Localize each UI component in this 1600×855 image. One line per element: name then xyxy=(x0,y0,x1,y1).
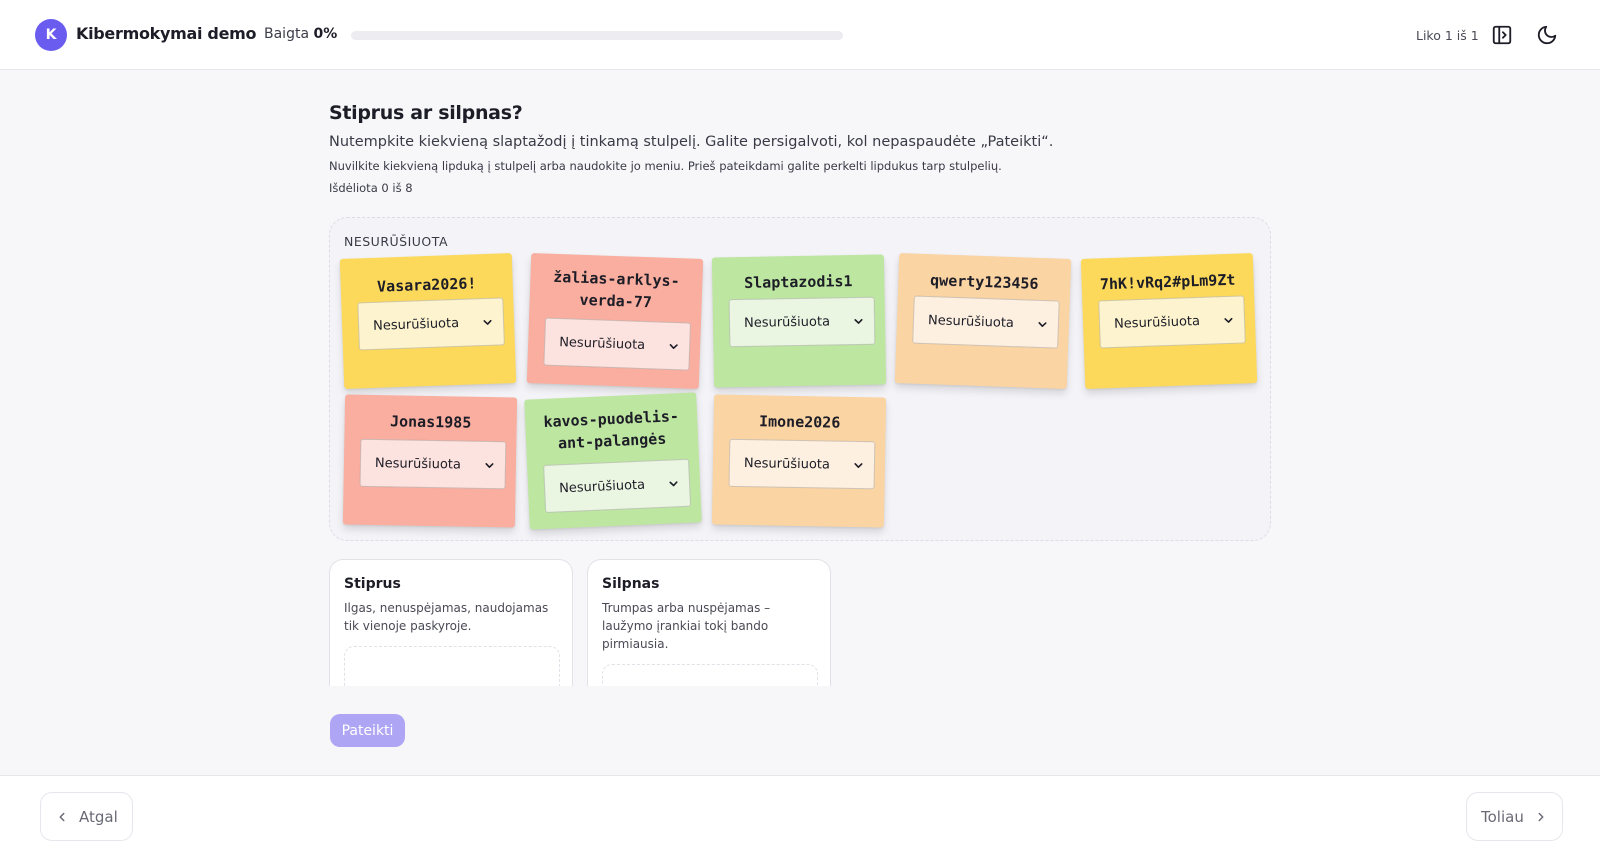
unsorted-pool-label: NESURŪŠIUOTA xyxy=(344,234,448,249)
chevron-left-icon xyxy=(59,812,65,821)
note-password: Imone2026 xyxy=(758,412,841,432)
moon-icon xyxy=(1537,25,1557,45)
bottom-nav: Atgal Toliau xyxy=(0,775,1600,855)
note-select-value: Nesurūšiuota xyxy=(558,334,646,353)
column-description: Ilgas, nenuspėjamas, naudojamas tik vien… xyxy=(344,601,549,633)
chevron-down-icon xyxy=(1038,322,1047,328)
column-drop-zone[interactable] xyxy=(344,646,560,686)
column-description: Trumpas arba nuspėjamas – laužymo įranki… xyxy=(602,601,771,651)
progress-label: Baigta 0% xyxy=(264,26,337,42)
task-instruction: Nutempkite kiekvieną slaptažodį į tinkam… xyxy=(329,134,1054,150)
task-title: Stiprus ar silpnas? xyxy=(329,102,523,124)
app-logo: K xyxy=(35,19,67,51)
note-select-value: Nesurūšiuota xyxy=(374,455,462,473)
column-title: Silpnas xyxy=(602,576,660,592)
chevron-down-icon xyxy=(485,463,494,468)
column-title: Stiprus xyxy=(344,576,401,592)
chevron-down-icon xyxy=(1224,317,1233,323)
note-select-value: Nesurūšiuota xyxy=(1113,313,1201,332)
back-button[interactable]: Atgal xyxy=(40,792,133,841)
back-button-label: Atgal xyxy=(79,807,118,826)
chevron-down-icon xyxy=(483,319,492,325)
note-card[interactable]: Slaptazodis1 Nesurūšiuota xyxy=(711,254,887,388)
column-drop-zone[interactable] xyxy=(602,664,818,686)
note-category-select[interactable]: Nesurūšiuota xyxy=(359,438,507,490)
note-card[interactable]: Jonas1985 Nesurūšiuota xyxy=(342,394,518,528)
note-password: Slaptazodis1 xyxy=(743,272,853,292)
next-button[interactable]: Toliau xyxy=(1466,792,1563,841)
column-strong[interactable]: Stiprus Ilgas, nenuspėjamas, naudojamas … xyxy=(329,559,573,686)
note-password: Vasara2026! xyxy=(376,274,477,296)
chevron-down-icon xyxy=(854,318,863,324)
note-card[interactable]: kavos-puodelis-ant-palangės Nesurūšiuota xyxy=(524,392,702,530)
note-select-value: Nesurūšiuota xyxy=(743,455,831,473)
note-card[interactable]: Vasara2026! Nesurūšiuota xyxy=(339,253,517,389)
next-button-label: Toliau xyxy=(1481,807,1524,826)
progress-value: 0% xyxy=(313,26,338,42)
submit-button[interactable]: Pateikti xyxy=(330,714,405,747)
note-category-select[interactable]: Nesurūšiuota xyxy=(543,458,692,514)
note-card[interactable]: Imone2026 Nesurūšiuota xyxy=(711,394,887,528)
placed-counter: Išdėliota 0 iš 8 xyxy=(329,181,413,195)
task-header: Stiprus ar silpnas? Nutempkite kiekvieną… xyxy=(329,102,1271,195)
progress-bar xyxy=(351,31,843,40)
top-bar: K Kibermokymai demo Baigta 0% Liko 1 iš … xyxy=(0,0,1600,70)
remaining-counter: Liko 1 iš 1 xyxy=(1416,28,1479,43)
task-hint: Nuvilkite kiekvieną lipduką į stulpelį a… xyxy=(329,159,1002,173)
chevron-down-icon xyxy=(854,463,863,468)
note-select-value: Nesurūšiuota xyxy=(372,315,460,334)
note-card[interactable]: žalias-arklys-verda-77 Nesurūšiuota xyxy=(526,253,704,389)
note-category-select[interactable]: Nesurūšiuota xyxy=(728,296,876,348)
note-password: Jonas1985 xyxy=(389,412,472,432)
note-category-select[interactable]: Nesurūšiuota xyxy=(357,297,505,351)
theme-toggle-button[interactable] xyxy=(1535,23,1559,47)
note-password: qwerty123456 xyxy=(929,271,1039,293)
sidebar-toggle-button[interactable] xyxy=(1490,23,1514,47)
unsorted-pool[interactable]: NESURŪŠIUOTA Vasara2026! Nesurūšiuota ža… xyxy=(329,217,1271,541)
chevron-down-icon xyxy=(669,481,678,487)
app-title: Kibermokymai demo xyxy=(76,24,257,43)
progress-label-text: Baigta xyxy=(264,26,310,42)
note-password: žalias-arklys-verda-77 xyxy=(552,267,680,312)
note-category-select[interactable]: Nesurūšiuota xyxy=(543,317,691,371)
chevron-down-icon xyxy=(669,344,678,349)
note-category-select[interactable]: Nesurūšiuota xyxy=(912,295,1060,349)
note-card[interactable]: qwerty123456 Nesurūšiuota xyxy=(894,253,1072,389)
chevron-right-icon xyxy=(1538,812,1544,821)
note-category-select[interactable]: Nesurūšiuota xyxy=(1098,295,1246,349)
note-select-value: Nesurūšiuota xyxy=(927,312,1015,331)
column-weak[interactable]: Silpnas Trumpas arba nuspėjamas – laužym… xyxy=(587,559,831,686)
note-select-value: Nesurūšiuota xyxy=(743,313,831,331)
note-select-value: Nesurūšiuota xyxy=(558,477,646,496)
note-password: kavos-puodelis-ant-palangės xyxy=(543,407,680,453)
note-card[interactable]: 7hK!vRq2#pLm9Zt Nesurūšiuota xyxy=(1080,253,1258,389)
sidebar-toggle-icon xyxy=(1492,25,1512,45)
note-category-select[interactable]: Nesurūšiuota xyxy=(728,438,876,490)
note-password: 7hK!vRq2#pLm9Zt xyxy=(1099,270,1236,294)
